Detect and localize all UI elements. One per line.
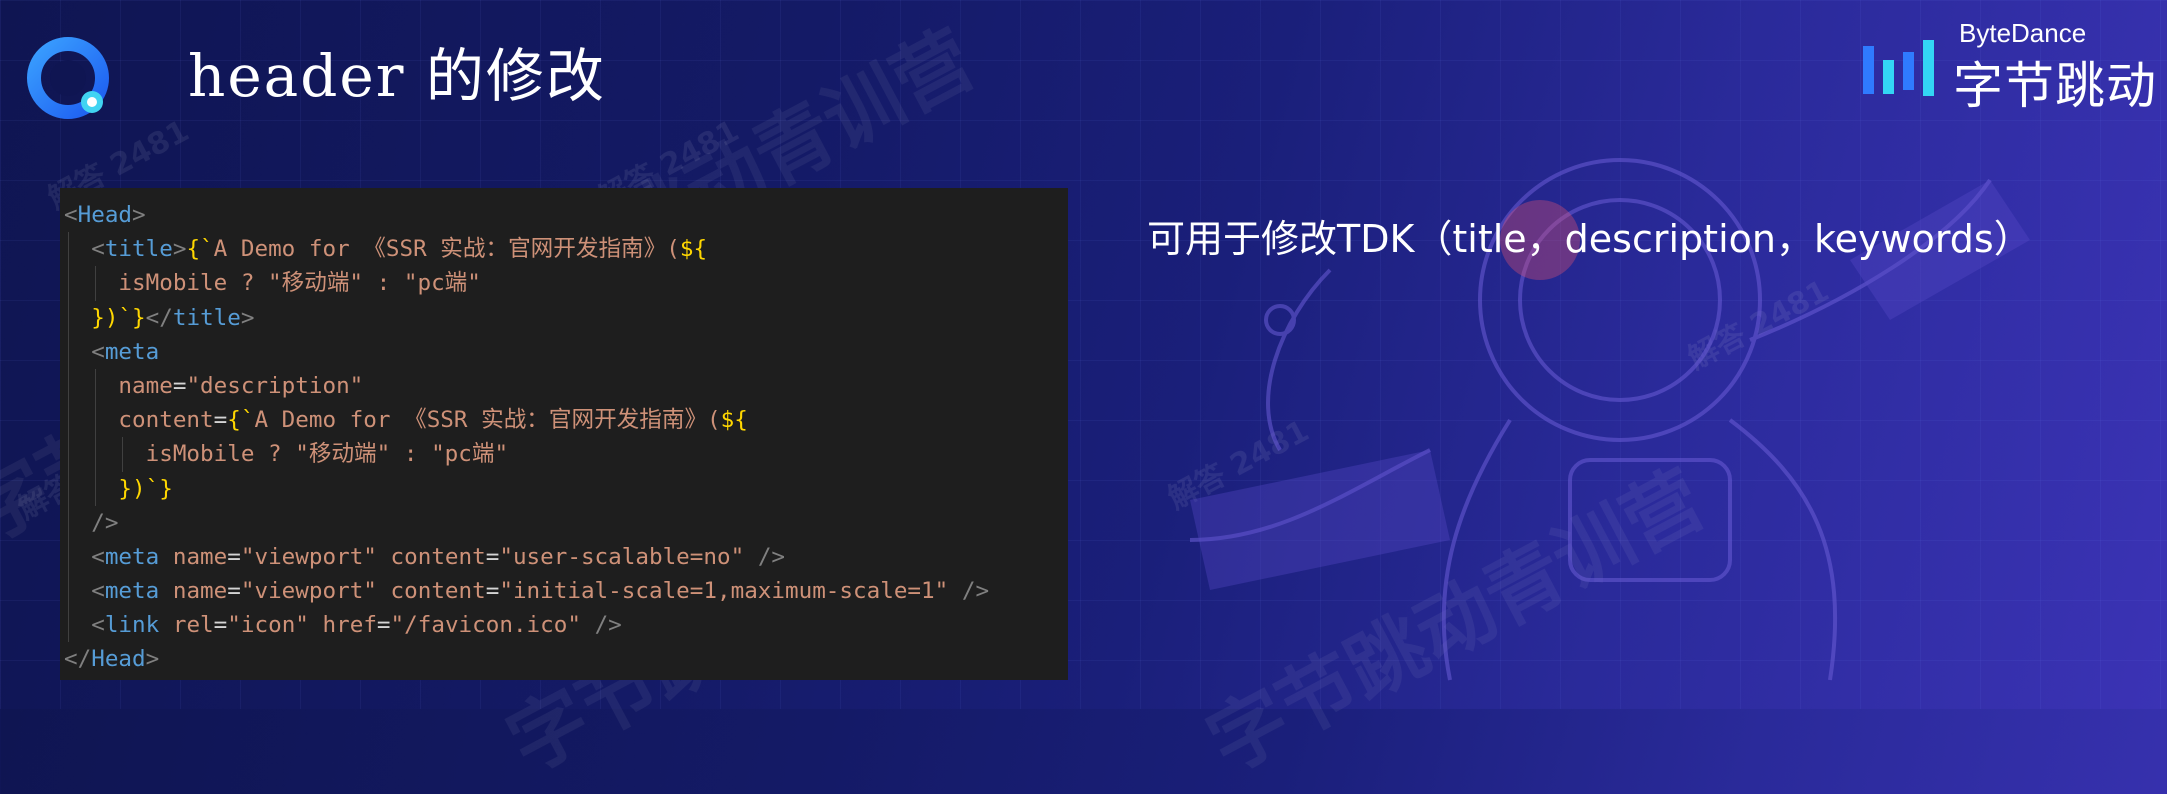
page-title: header 的修改 bbox=[188, 42, 606, 110]
brand-name-en: ByteDance bbox=[1959, 18, 2087, 48]
code-line: <meta name="viewport" content="initial-s… bbox=[64, 574, 1068, 609]
code-line: <title>{`A Demo for 《SSR 实战：官网开发指南》(${ bbox=[64, 232, 1068, 267]
code-line: isMobile ? "移动端" : "pc端" bbox=[64, 437, 1068, 472]
app-logo-icon bbox=[27, 37, 109, 119]
code-block: <Head> <title>{`A Demo for 《SSR 实战：官网开发指… bbox=[60, 188, 1068, 680]
code-line: <Head> bbox=[64, 202, 146, 228]
code-line: content={`A Demo for 《SSR 实战：官网开发指南》(${ bbox=[64, 403, 1068, 438]
slide-description: 可用于修改TDK（title，description，keywords） bbox=[1147, 217, 2032, 261]
code-line: })`} bbox=[64, 471, 1068, 506]
code-line: <meta bbox=[64, 334, 1068, 369]
code-line: name="description" bbox=[64, 368, 1068, 404]
bytedance-logo-icon bbox=[1863, 40, 1934, 96]
code-line: </Head> bbox=[64, 646, 160, 673]
brand-name-cn: 字节跳动 bbox=[1953, 57, 2157, 115]
code-line: isMobile ? "移动端" : "pc端" bbox=[64, 266, 1068, 301]
code-line: <link rel="icon" href="/favicon.ico" /> bbox=[64, 608, 1068, 643]
code-line: /> bbox=[64, 505, 1068, 540]
code-line: <meta name="viewport" content="user-scal… bbox=[64, 539, 1068, 575]
bytedance-brand: ByteDance 字节跳动 bbox=[1861, 18, 2161, 115]
code-line: })`}</title> bbox=[64, 300, 1068, 335]
